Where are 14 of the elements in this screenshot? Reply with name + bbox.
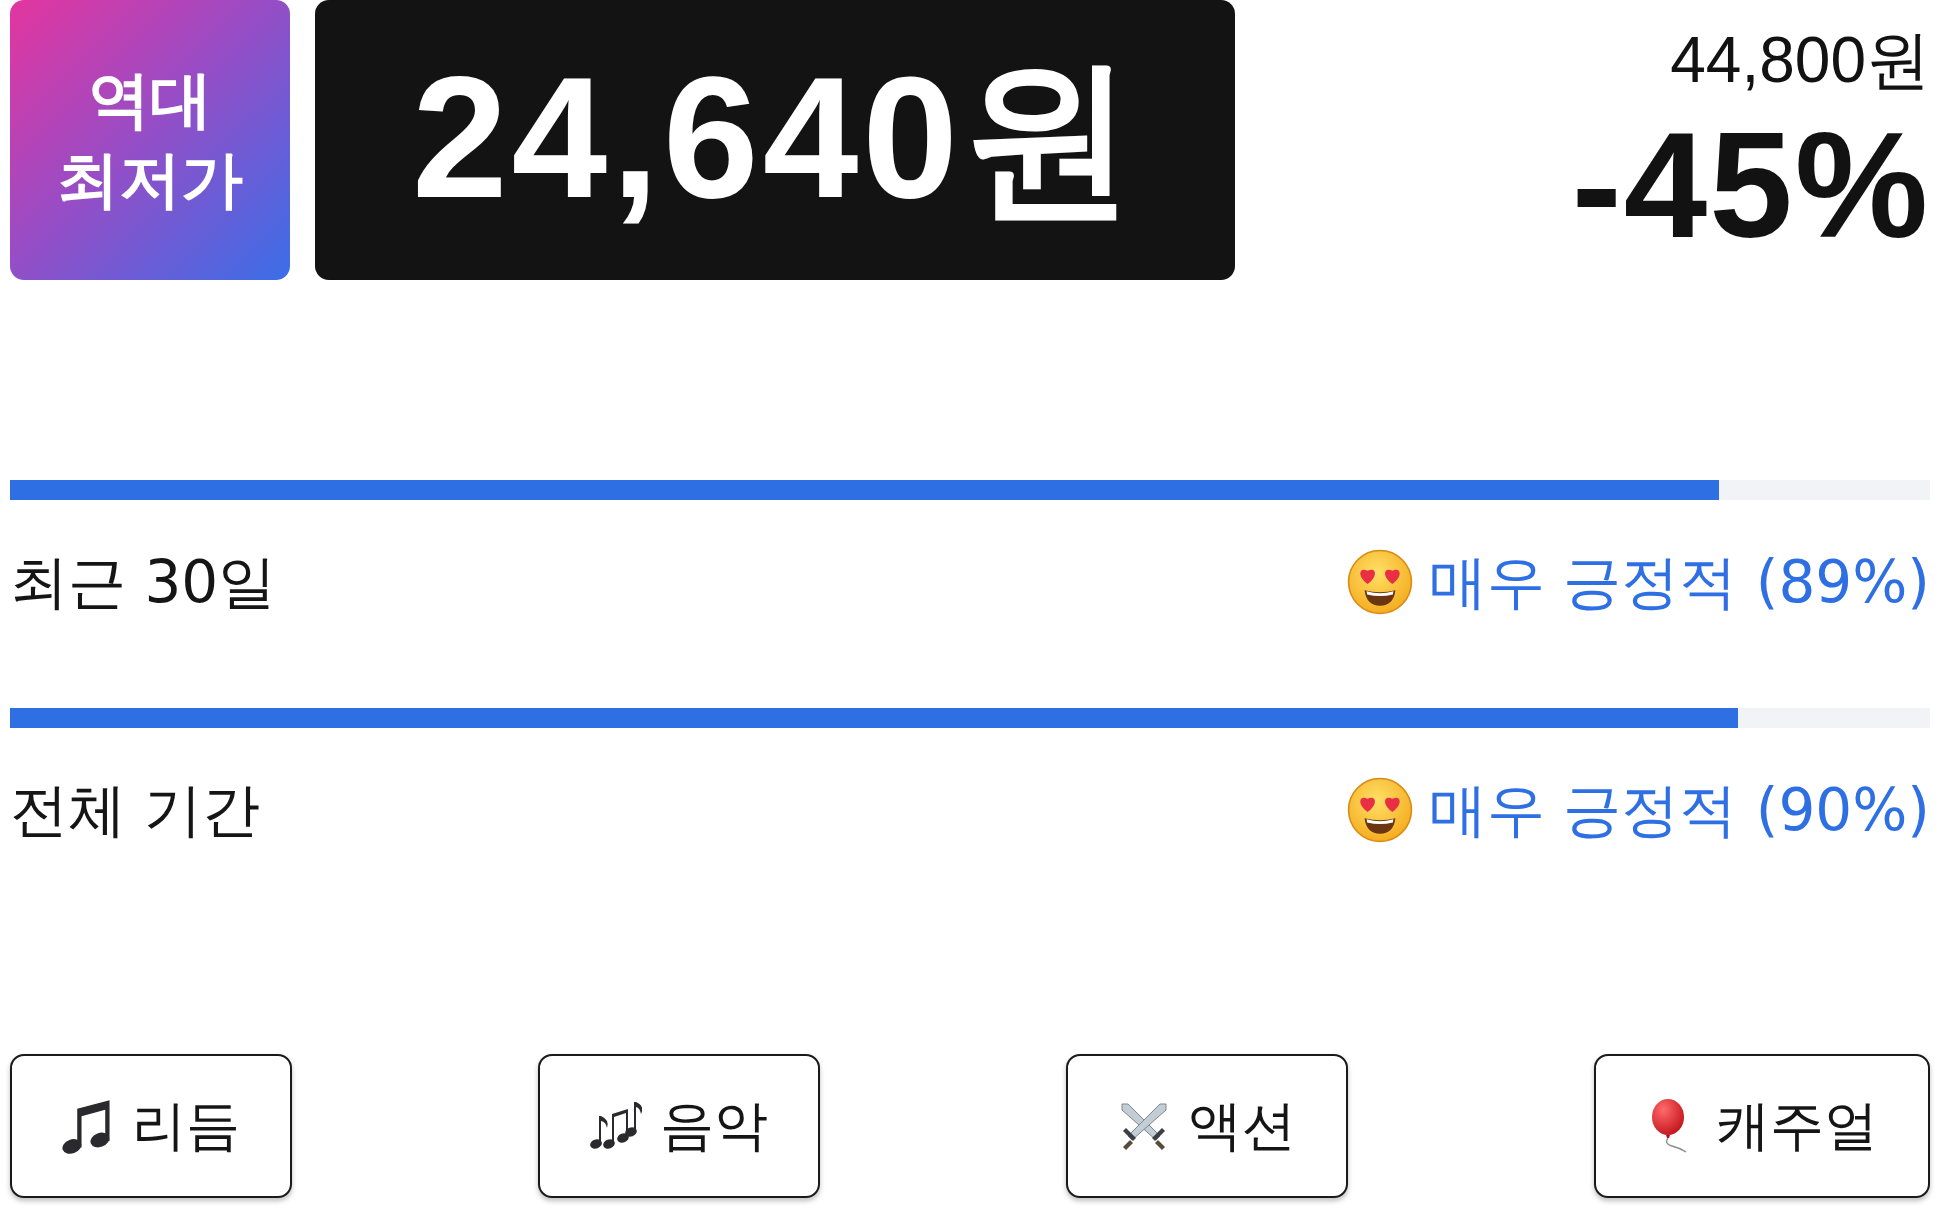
heart-eyes-face-icon [1346,777,1413,843]
lowest-price-badge: 역대 최저가 [10,0,290,280]
heart-eyes-face-icon [1346,549,1413,615]
review-summary: 매우 긍정적 (90%) [1428,775,1930,846]
genre-tag[interactable]: 리듬 [10,1054,292,1198]
genre-tag[interactable]: 캐주얼 [1594,1054,1930,1198]
review-period: 전체 기간 [10,775,261,846]
genre-tag[interactable]: 음악 [538,1054,820,1198]
review-summary: 매우 긍정적 (89%) [1428,547,1930,618]
review-period: 최근 30일 [10,547,277,618]
discount-percent: -45% [1571,110,1930,260]
sale-price: 24,640원 [315,0,1235,280]
genre-tag[interactable]: 액션 [1066,1054,1348,1198]
original-price: 44,800원 [1670,24,1930,96]
